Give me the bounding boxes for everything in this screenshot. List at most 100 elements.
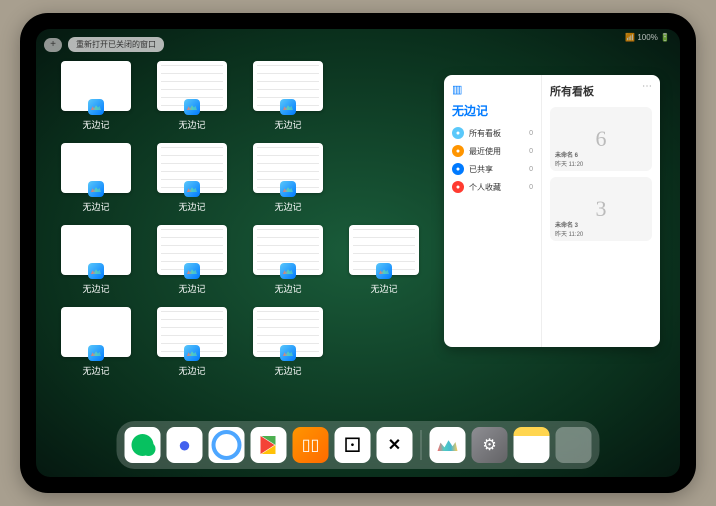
- app-window[interactable]: 无边记: [252, 307, 324, 377]
- freeform-app-icon: [184, 263, 200, 279]
- ipad-frame: 📶 100% 🔋 + 重新打开已关闭的窗口 无边记无边记无边记无边记无边记无边记…: [20, 13, 696, 493]
- window-thumbnail: [157, 143, 227, 193]
- screen: 📶 100% 🔋 + 重新打开已关闭的窗口 无边记无边记无边记无边记无边记无边记…: [36, 29, 680, 477]
- app-window[interactable]: 无边记: [156, 143, 228, 213]
- menu-icon: ●: [452, 181, 464, 193]
- more-options-icon[interactable]: ⋯: [642, 81, 652, 92]
- window-label: 无边记: [82, 364, 109, 377]
- window-thumbnail: [157, 225, 227, 275]
- window-label: 无边记: [274, 118, 301, 131]
- battery-icon: 100% 🔋: [637, 33, 670, 42]
- freeform-app-icon: [184, 345, 200, 361]
- reopen-closed-window-button[interactable]: 重新打开已关闭的窗口: [68, 37, 164, 52]
- app-window[interactable]: 无边记: [60, 307, 132, 377]
- board-info: 未命名 6昨天 11:20: [555, 150, 583, 168]
- menu-label: 最近使用: [469, 146, 501, 157]
- menu-icon: ●: [452, 127, 464, 139]
- sidebar-toggle-icon[interactable]: ▥: [452, 83, 533, 96]
- window-label: 无边记: [82, 200, 109, 213]
- board-sketch: 3: [596, 196, 607, 222]
- dice-icon[interactable]: ⚀: [335, 427, 371, 463]
- window-thumbnail: [253, 307, 323, 357]
- dock-separator: [421, 430, 422, 460]
- app-window[interactable]: 无边记: [252, 61, 324, 131]
- window-thumbnail: [61, 61, 131, 111]
- new-window-button[interactable]: +: [44, 38, 62, 52]
- app-window[interactable]: 无边记: [156, 307, 228, 377]
- window-thumbnail: [253, 225, 323, 275]
- windows-grid: 无边记无边记无边记无边记无边记无边记无边记无边记无边记无边记无边记无边记无边记: [60, 61, 420, 377]
- menu-label: 已共享: [469, 164, 493, 175]
- window-label: 无边记: [178, 200, 205, 213]
- panel-title: 无边记: [452, 102, 533, 119]
- freeform-app-icon: [280, 181, 296, 197]
- menu-icon: ●: [452, 163, 464, 175]
- x-icon[interactable]: ✕: [377, 427, 413, 463]
- menu-label: 个人收藏: [469, 182, 501, 193]
- folder-icon[interactable]: [556, 427, 592, 463]
- board-card[interactable]: 3 未命名 3昨天 11:20: [550, 177, 652, 241]
- notes-icon[interactable]: [514, 427, 550, 463]
- menu-item[interactable]: ● 最近使用 0: [452, 145, 533, 157]
- dock: ● ▯▯⚀✕ ⚙: [117, 421, 600, 469]
- freeform-app-icon: [88, 263, 104, 279]
- app-window[interactable]: 无边记: [60, 143, 132, 213]
- window-label: 无边记: [178, 282, 205, 295]
- window-thumbnail: [61, 307, 131, 357]
- menu-item[interactable]: ● 个人收藏 0: [452, 181, 533, 193]
- menu-count: 0: [529, 184, 533, 191]
- board-sketch: 6: [596, 126, 607, 152]
- signal-icon: 📶: [625, 33, 635, 42]
- freeform-icon[interactable]: [430, 427, 466, 463]
- window-label: 无边记: [178, 364, 205, 377]
- window-thumbnail: [157, 307, 227, 357]
- menu-count: 0: [529, 166, 533, 173]
- browser2-icon[interactable]: [209, 427, 245, 463]
- app-window[interactable]: 无边记: [156, 225, 228, 295]
- window-label: 无边记: [82, 118, 109, 131]
- menu-item[interactable]: ●所有看板0: [452, 127, 533, 139]
- browser1-icon[interactable]: ●: [167, 427, 203, 463]
- window-label: 无边记: [274, 364, 301, 377]
- freeform-sidebar-panel[interactable]: ▥ 无边记 ●所有看板0●最近使用0●已共享0●个人收藏0 ⋯ 所有看板 6未命…: [444, 75, 660, 347]
- menu-icon: ●: [452, 145, 464, 157]
- books-icon[interactable]: ▯▯: [293, 427, 329, 463]
- boards-title: 所有看板: [550, 83, 652, 99]
- board-card[interactable]: 6 未命名 6昨天 11:20: [550, 107, 652, 171]
- window-label: 无边记: [82, 282, 109, 295]
- app-window[interactable]: 无边记: [60, 61, 132, 131]
- window-label: 无边记: [178, 118, 205, 131]
- sidebar-right: ⋯ 所有看板 6 未命名 6昨天 11:20 3 未命名 3昨天 11:20: [542, 75, 660, 347]
- app-window[interactable]: 无边记: [252, 143, 324, 213]
- panel-menu: ●所有看板0●最近使用0●已共享0●个人收藏0: [452, 127, 533, 193]
- menu-count: 0: [529, 148, 533, 155]
- window-thumbnail: [349, 225, 419, 275]
- freeform-app-icon: [280, 345, 296, 361]
- window-thumbnail: [157, 61, 227, 111]
- status-bar: 📶 100% 🔋: [625, 33, 670, 42]
- top-buttons: + 重新打开已关闭的窗口: [44, 37, 164, 52]
- freeform-app-icon: [376, 263, 392, 279]
- sidebar-left: ▥ 无边记 ●所有看板0●最近使用0●已共享0●个人收藏0: [444, 75, 542, 347]
- freeform-app-icon: [280, 99, 296, 115]
- freeform-app-icon: [184, 99, 200, 115]
- freeform-app-icon: [184, 181, 200, 197]
- menu-item[interactable]: ● 已共享 0: [452, 163, 533, 175]
- menu-label: 所有看板: [469, 128, 501, 139]
- freeform-app-icon: [88, 181, 104, 197]
- window-label: 无边记: [274, 200, 301, 213]
- freeform-app-icon: [280, 263, 296, 279]
- settings-icon[interactable]: ⚙: [472, 427, 508, 463]
- app-window[interactable]: 无边记: [60, 225, 132, 295]
- app-window[interactable]: 无边记: [156, 61, 228, 131]
- window-label: 无边记: [274, 282, 301, 295]
- freeform-app-icon: [88, 345, 104, 361]
- play-icon[interactable]: [251, 427, 287, 463]
- app-window[interactable]: 无边记: [348, 225, 420, 295]
- app-window[interactable]: 无边记: [252, 225, 324, 295]
- window-thumbnail: [61, 225, 131, 275]
- board-info: 未命名 3昨天 11:20: [555, 220, 583, 238]
- window-label: 无边记: [370, 282, 397, 295]
- wechat-icon[interactable]: [125, 427, 161, 463]
- boards-list: 6 未命名 6昨天 11:20 3 未命名 3昨天 11:20: [550, 107, 652, 241]
